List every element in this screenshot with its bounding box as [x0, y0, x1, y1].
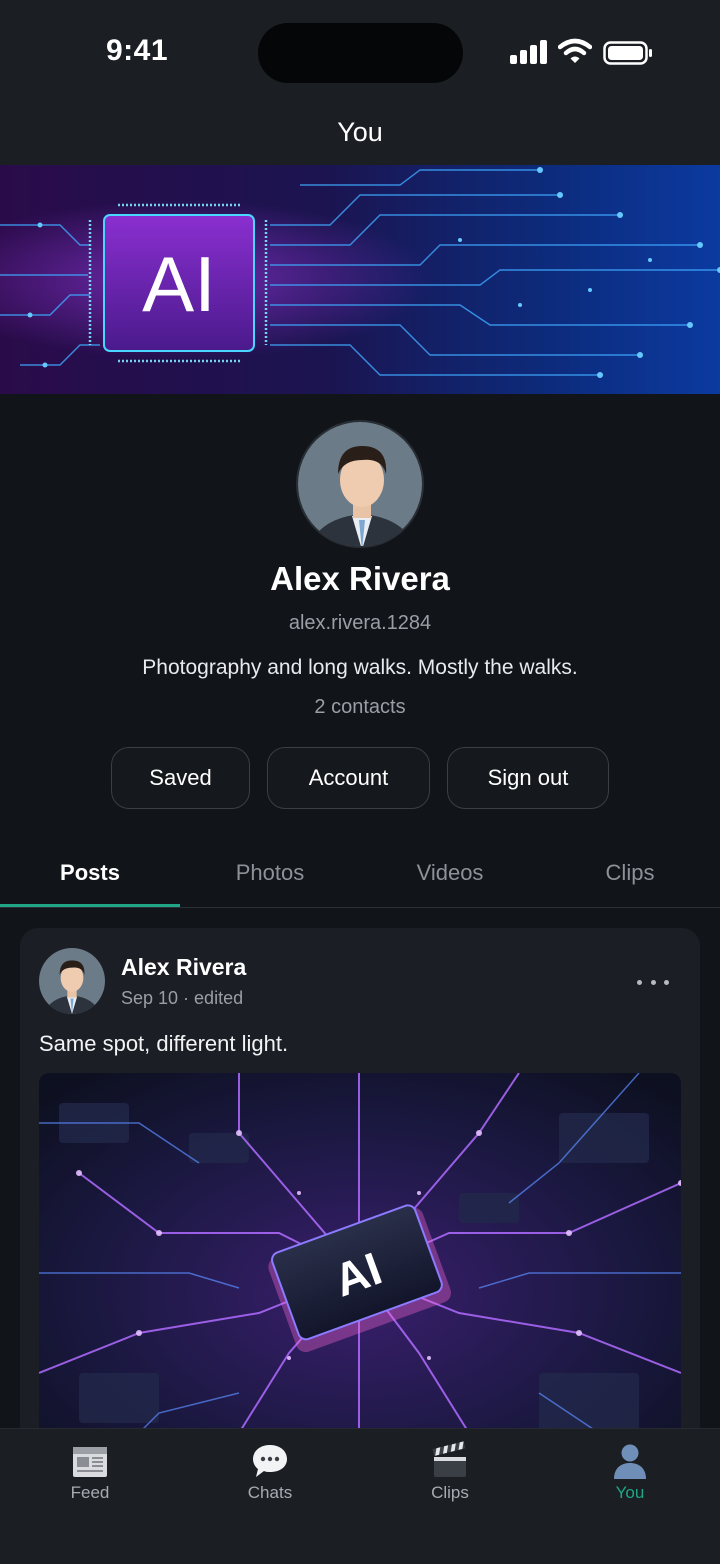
cover-chip-label: AI — [142, 240, 216, 328]
active-tab-indicator — [0, 904, 180, 907]
profile-avatar[interactable] — [296, 420, 424, 548]
post-author-avatar[interactable] — [39, 948, 105, 1014]
tab-clips[interactable]: Clips — [540, 840, 720, 906]
bottom-nav: Feed Chats Clips You — [0, 1428, 720, 1564]
tab-posts[interactable]: Posts — [0, 840, 180, 906]
nav-you[interactable]: You — [540, 1429, 720, 1529]
newspaper-icon — [73, 1447, 107, 1477]
sign-out-button[interactable]: Sign out — [447, 747, 609, 809]
profile-screen: 9:41 You AI Alex Rivera alex.rivera.1284… — [0, 0, 720, 1564]
nav-label-you: You — [615, 1483, 645, 1502]
avatar-portrait — [298, 422, 422, 546]
nav-label-chats: Chats — [247, 1483, 293, 1502]
status-time: 9:41 — [106, 34, 169, 67]
tab-photos[interactable]: Photos — [180, 840, 360, 906]
post-text: Same spot, different light. — [39, 1031, 289, 1056]
nav-feed[interactable]: Feed — [0, 1429, 180, 1529]
post-circuit-illustration: AI — [39, 1073, 681, 1473]
cellular-signal-icon — [510, 40, 547, 64]
saved-button[interactable]: Saved — [111, 747, 250, 809]
post-image[interactable]: AI — [39, 1073, 681, 1473]
person-icon — [614, 1444, 646, 1479]
dynamic-island — [258, 23, 463, 83]
contacts-count-link[interactable]: 2 contacts — [0, 696, 720, 719]
nav-clips[interactable]: Clips — [360, 1429, 540, 1529]
more-options-icon[interactable] — [637, 968, 669, 996]
wifi-icon — [558, 38, 592, 63]
profile-tabs: Posts Photos Videos Clips — [0, 840, 720, 908]
speech-bubble-icon — [253, 1445, 287, 1477]
account-button[interactable]: Account — [267, 747, 430, 809]
cover-circuit-illustration: AI — [0, 165, 720, 394]
post-card: Alex Rivera Sep 10 · edited Same spot, d… — [20, 928, 700, 1488]
battery-icon — [603, 41, 652, 65]
post-author-name[interactable]: Alex Rivera — [121, 954, 246, 981]
profile-name: Alex Rivera — [270, 560, 450, 597]
nav-chats[interactable]: Chats — [180, 1429, 360, 1529]
nav-label-feed: Feed — [70, 1483, 110, 1502]
post-meta: Sep 10 · edited — [121, 988, 244, 1008]
page-title: You — [337, 117, 383, 147]
nav-label-clips: Clips — [431, 1483, 469, 1502]
clapperboard-icon — [432, 1441, 466, 1477]
profile-handle: alex.rivera.1284 — [288, 612, 432, 634]
status-bar: 9:41 — [0, 0, 720, 100]
profile-bio: Photography and long walks. Mostly the w… — [142, 656, 578, 679]
profile-cover-image[interactable]: AI — [0, 165, 720, 394]
post-avatar-portrait — [39, 948, 105, 1014]
app-header: You — [0, 100, 720, 165]
tab-videos[interactable]: Videos — [360, 840, 540, 906]
